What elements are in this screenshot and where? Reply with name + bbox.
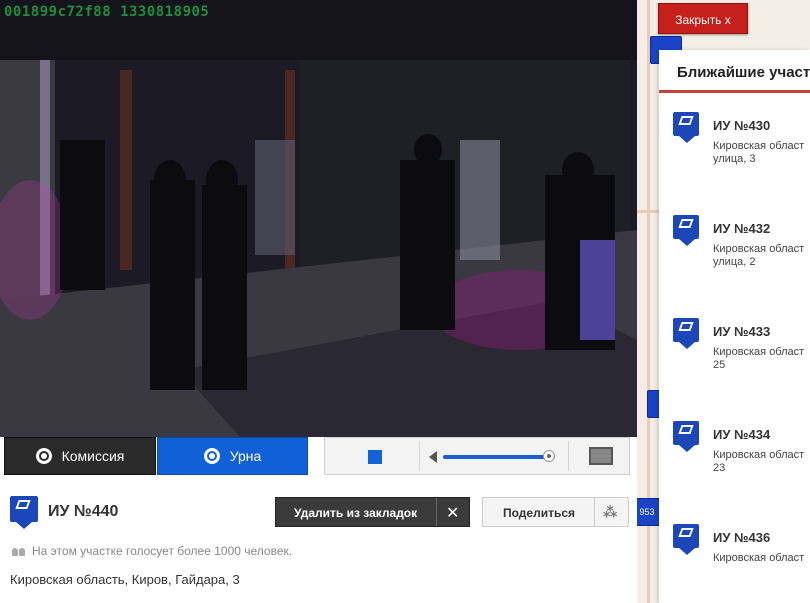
list-item-title[interactable]: ИУ №433 (713, 324, 770, 339)
divider (568, 441, 569, 471)
panel-title: Ближайшие участки (677, 64, 810, 81)
list-item-title[interactable]: ИУ №430 (713, 118, 770, 133)
close-button[interactable]: Закрыть x (658, 3, 748, 34)
divider (594, 498, 595, 526)
list-item-address: Кировская област улица, 2 (713, 243, 805, 268)
list-item-title[interactable]: ИУ №434 (713, 427, 770, 442)
video-timestamp: 001899c72f88 1330818905 (4, 4, 210, 20)
list-item-address: Кировская област (713, 552, 805, 564)
uik-title: ИУ №440 (48, 503, 119, 520)
voters-text: На этом участке голосует более 1000 чело… (32, 544, 293, 558)
list-item-address: Кировская област 23 (713, 449, 805, 474)
ballot-icon (673, 318, 699, 349)
list-item-title[interactable]: ИУ №436 (713, 530, 770, 545)
camera-frame (0, 60, 637, 437)
list-item-title[interactable]: ИУ №432 (713, 221, 770, 236)
tab-ballot-box-label: Урна (229, 448, 262, 464)
nearby-panel: Ближайшие участки ИУ №430 Кировская обла… (659, 50, 810, 603)
stop-icon[interactable] (368, 450, 382, 464)
volume-slider-handle[interactable] (543, 450, 556, 462)
remove-bookmark-button[interactable]: Удалить из закладок ✕ (275, 497, 470, 527)
ballot-icon (673, 524, 699, 555)
voters-note: На этом участке голосует более 1000 чело… (12, 544, 292, 558)
list-item-address: Кировская област 25 (713, 346, 805, 371)
player-controls (324, 437, 630, 475)
uik-info: ИУ №440 Удалить из закладок ✕ Поделиться… (0, 484, 637, 603)
fullscreen-icon[interactable] (589, 447, 613, 465)
tab-commission[interactable]: Комиссия (4, 437, 156, 475)
camera-icon (203, 448, 220, 464)
ballot-icon (673, 421, 699, 452)
divider (436, 498, 437, 526)
share-button[interactable]: Поделиться ⁂ (482, 497, 629, 527)
share-icon[interactable]: ⁂ (603, 504, 617, 521)
ballot-icon (10, 496, 38, 529)
ballot-icon (673, 112, 699, 143)
tab-ballot-box[interactable]: Урна (157, 437, 308, 475)
close-icon[interactable]: ✕ (446, 503, 459, 523)
divider (659, 90, 810, 93)
video-feed[interactable]: 001899c72f88 1330818905 (0, 0, 637, 437)
divider (419, 441, 420, 471)
ballot-icon (673, 215, 699, 246)
speaker-icon[interactable] (429, 451, 437, 463)
volume-slider[interactable] (443, 455, 555, 459)
camera-icon (35, 448, 52, 464)
list-item-address: Кировская област улица, 3 (713, 140, 805, 165)
people-icon (12, 546, 26, 556)
remove-bookmark-label: Удалить из закладок (294, 506, 418, 520)
share-label: Поделиться (503, 506, 576, 520)
tab-commission-label: Комиссия (61, 448, 125, 464)
uik-address: Кировская область, Киров, Гайдара, 3 (10, 572, 240, 587)
